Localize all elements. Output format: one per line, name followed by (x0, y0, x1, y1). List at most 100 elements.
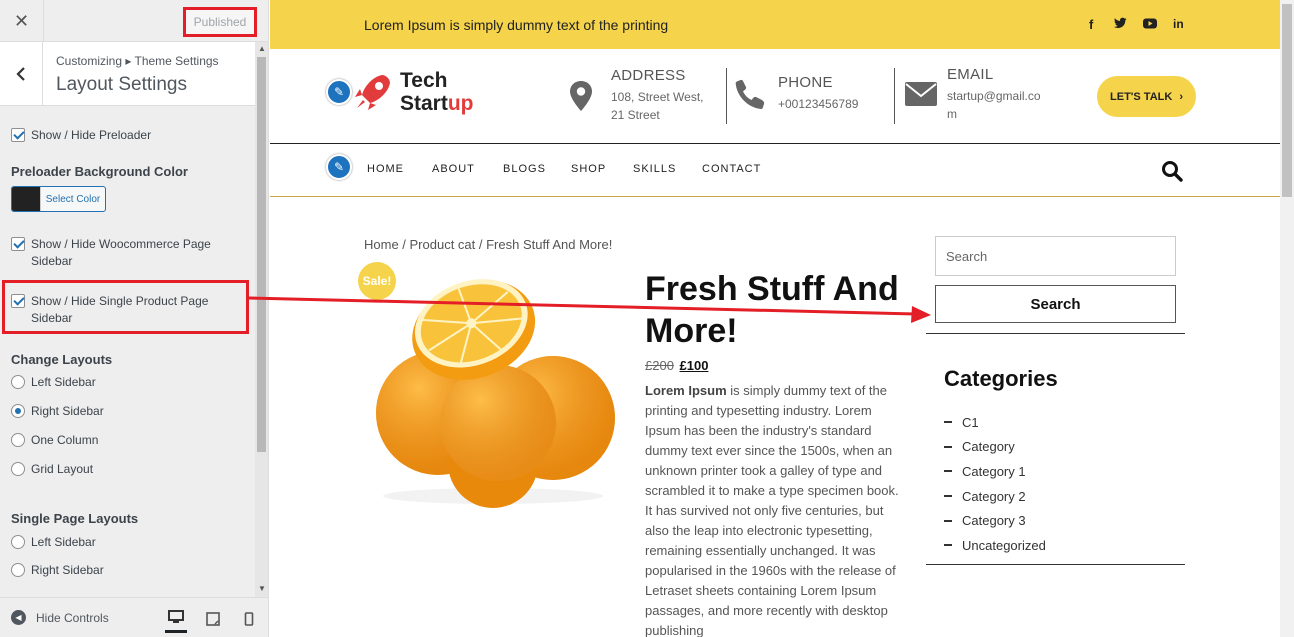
divider (726, 68, 727, 124)
nav-shop[interactable]: SHOP (571, 163, 606, 175)
product-title: Fresh Stuff And More! (645, 270, 899, 350)
checkbox-label: Show / Hide Preloader (31, 128, 152, 142)
logo-text: Tech Startup (400, 69, 474, 115)
layout-right-sidebar-radio[interactable]: Right Sidebar (11, 404, 104, 418)
publish-button[interactable]: Published (183, 7, 257, 37)
radio-icon[interactable] (11, 433, 25, 447)
hide-controls-label: Hide Controls (36, 610, 109, 625)
customizer-header-bar: ✕ Published (0, 0, 268, 42)
email-label: EMAIL (947, 66, 994, 83)
scrollbar[interactable]: ▲ ▼ (255, 42, 268, 597)
customizer-panel: ✕ Published Customizing ▸ Theme Settings… (0, 0, 269, 637)
main-nav: ✎ HOME ABOUT BLOGS SHOP SKILLS CONTACT (270, 144, 1280, 197)
address-label: ADDRESS (611, 67, 686, 84)
single-page-layouts-heading: Single Page Layouts (11, 511, 139, 526)
checkbox-checked-icon[interactable] (11, 128, 25, 142)
checkbox-label: Show / Hide Woocommerce Page Sidebar (31, 237, 211, 268)
linkedin-icon[interactable]: in (1173, 17, 1184, 31)
search-input[interactable]: Search (935, 236, 1176, 276)
select-color-button[interactable]: Select Color (11, 186, 106, 212)
back-icon[interactable] (0, 42, 43, 106)
scroll-down-icon[interactable]: ▼ (258, 584, 266, 593)
layout-grid-radio[interactable]: Grid Layout (11, 462, 93, 476)
divider (926, 564, 1185, 565)
layout-left-sidebar-radio[interactable]: Left Sidebar (11, 375, 96, 389)
close-icon[interactable]: ✕ (0, 0, 44, 42)
nav-blogs[interactable]: BLOGS (503, 163, 546, 175)
radio-label: Left Sidebar (31, 375, 96, 389)
mobile-preview-icon[interactable] (238, 608, 260, 630)
categories-list: C1 Category Category 1 Category 2 Catego… (944, 410, 1046, 558)
customizer-footer: ◀ Hide Controls (0, 597, 268, 637)
select-color-label: Select Color (40, 187, 105, 211)
single-left-sidebar-radio[interactable]: Left Sidebar (11, 535, 96, 549)
woo-sidebar-checkbox[interactable]: Show / Hide Woocommerce Page Sidebar (11, 236, 211, 270)
radio-label: Left Sidebar (31, 535, 96, 549)
scrollbar-thumb[interactable] (1282, 4, 1292, 197)
sale-badge: Sale! (358, 262, 396, 300)
nav-home[interactable]: HOME (367, 163, 404, 175)
category-item[interactable]: Category 2 (944, 484, 1046, 509)
search-button[interactable]: Search (935, 285, 1176, 323)
categories-heading: Categories (944, 366, 1058, 391)
preloader-checkbox[interactable]: Show / Hide Preloader (11, 127, 151, 144)
tablet-preview-icon[interactable] (202, 608, 224, 630)
category-item[interactable]: Category 3 (944, 508, 1046, 533)
email-value: startup@gmail.co m (947, 89, 1041, 121)
lets-talk-button[interactable]: LET'S TALK › (1097, 76, 1196, 117)
site-logo[interactable]: ✎ Tech Startup (326, 69, 474, 115)
preloader-bg-heading: Preloader Background Color (11, 164, 188, 179)
sale-price: £100 (679, 358, 709, 373)
product-description: Lorem Ipsum is simply dummy text of the … (645, 383, 899, 637)
radio-label: Grid Layout (31, 462, 94, 476)
radio-icon[interactable] (11, 563, 25, 577)
search-icon[interactable] (1161, 160, 1183, 182)
edit-shortcut-icon[interactable]: ✎ (326, 79, 352, 105)
phone-label: PHONE (778, 74, 833, 91)
divider (894, 68, 895, 124)
nav-skills[interactable]: SKILLS (633, 163, 676, 175)
scroll-up-icon[interactable]: ▲ (258, 44, 266, 53)
product-image[interactable] (368, 268, 618, 508)
radio-icon[interactable] (11, 375, 25, 389)
radio-icon[interactable] (11, 535, 25, 549)
radio-label: Right Sidebar (31, 404, 104, 418)
location-pin-icon (570, 81, 592, 111)
category-item[interactable]: C1 (944, 410, 1046, 435)
facebook-icon[interactable]: f (1089, 17, 1093, 32)
address-info: ADDRESS 108, Street West, 21 Street (566, 67, 704, 124)
collapse-icon[interactable]: ◀ (11, 610, 26, 625)
phone-info: PHONE +00123456789 (734, 74, 858, 113)
radio-icon[interactable] (11, 462, 25, 476)
rocket-icon (355, 75, 390, 110)
edit-shortcut-icon[interactable]: ✎ (326, 154, 352, 180)
hide-controls-button[interactable]: ◀ Hide Controls (11, 610, 109, 625)
nav-contact[interactable]: CONTACT (702, 163, 761, 175)
email-icon (905, 82, 937, 106)
checkbox-checked-icon[interactable] (11, 294, 25, 308)
single-right-sidebar-radio[interactable]: Right Sidebar (11, 563, 104, 577)
site-header: ✎ Tech Startup ADDRESS 108, Street West,… (270, 49, 1280, 144)
scrollbar-thumb[interactable] (257, 57, 266, 452)
divider (926, 333, 1185, 334)
youtube-icon[interactable] (1143, 17, 1157, 32)
radio-label: Right Sidebar (31, 563, 104, 577)
single-product-sidebar-checkbox[interactable]: Show / Hide Single Product Page Sidebar (11, 293, 208, 327)
email-info: EMAIL startup@gmail.co m (904, 66, 1041, 123)
category-item[interactable]: Category 1 (944, 459, 1046, 484)
section-header: Customizing ▸ Theme Settings Layout Sett… (0, 42, 255, 106)
radio-selected-icon[interactable] (11, 404, 25, 418)
layout-one-column-radio[interactable]: One Column (11, 433, 98, 447)
phone-icon (735, 79, 765, 109)
page-scrollbar[interactable] (1280, 0, 1294, 637)
nav-about[interactable]: ABOUT (432, 163, 475, 175)
product-breadcrumb[interactable]: Home / Product cat / Fresh Stuff And Mor… (364, 237, 612, 252)
desktop-preview-icon[interactable] (165, 603, 187, 633)
checkbox-checked-icon[interactable] (11, 237, 25, 251)
breadcrumb: Customizing ▸ Theme Settings (56, 54, 219, 68)
category-item[interactable]: Category (944, 435, 1046, 460)
panel-title: Layout Settings (56, 74, 187, 95)
top-bar: Lorem Ipsum is simply dummy text of the … (270, 0, 1280, 49)
twitter-icon[interactable] (1114, 17, 1127, 32)
category-item[interactable]: Uncategorized (944, 533, 1046, 558)
